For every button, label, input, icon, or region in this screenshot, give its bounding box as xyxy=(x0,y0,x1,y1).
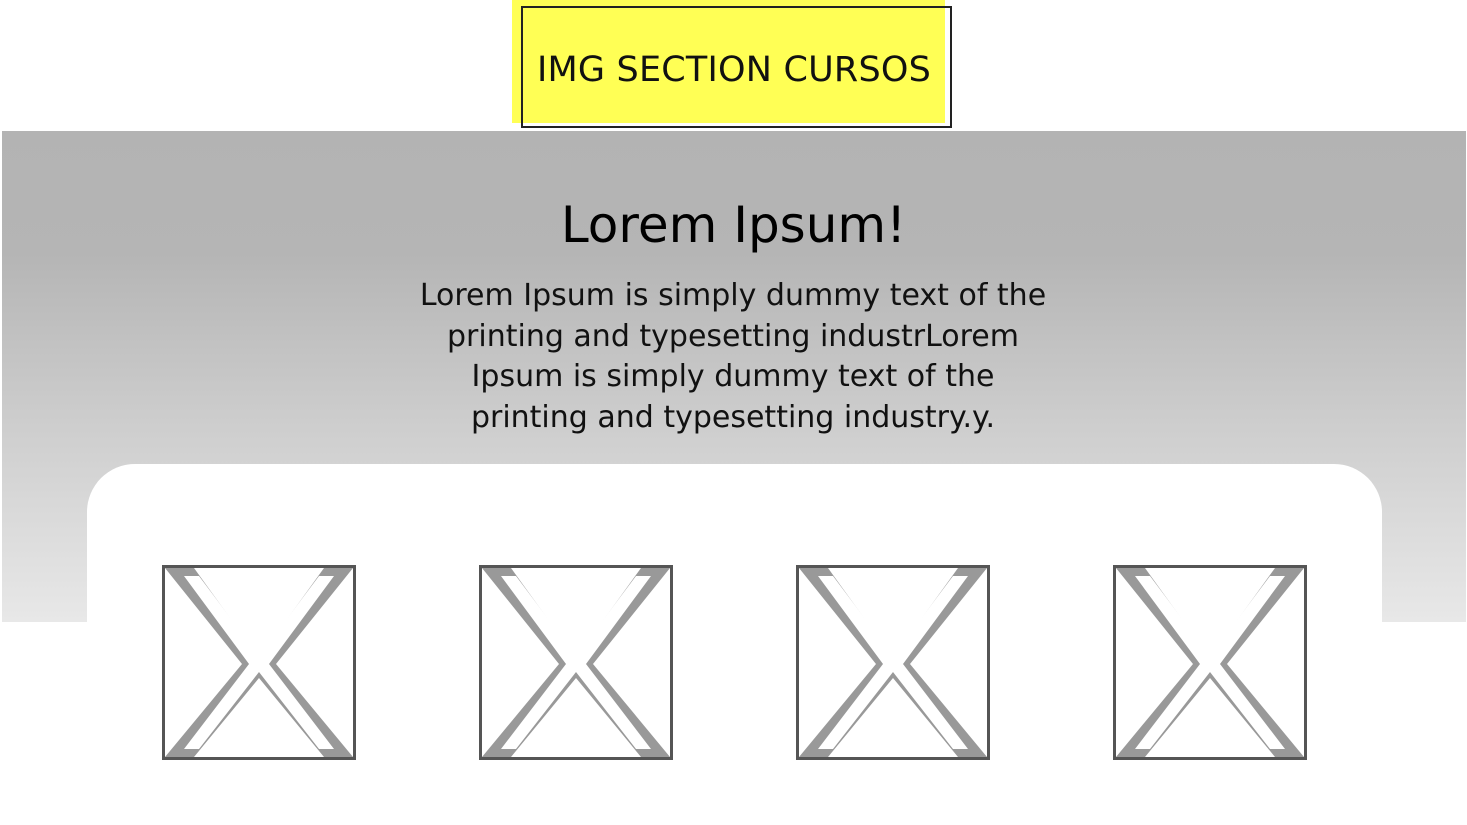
image-placeholder-2[interactable] xyxy=(479,565,673,760)
image-placeholder-1[interactable] xyxy=(162,565,356,760)
image-placeholder-3[interactable] xyxy=(796,565,990,760)
image-placeholder-icon xyxy=(1116,568,1304,757)
image-placeholder-4[interactable] xyxy=(1113,565,1307,760)
section-label-text: IMG SECTION CURSOS xyxy=(536,50,932,90)
hero-text: Lorem Ipsum is simply dummy text of the … xyxy=(383,276,1083,438)
image-placeholder-icon xyxy=(165,568,353,757)
hero-title: Lorem Ipsum! xyxy=(560,196,907,254)
image-placeholder-icon xyxy=(799,568,987,757)
hero-text-line: printing and typesetting industrLorem xyxy=(447,318,1019,354)
hero-text-line: Ipsum is simply dummy text of the xyxy=(471,359,995,394)
hero-text-line: Lorem Ipsum is simply dummy text of the xyxy=(419,278,1047,313)
page: IMG SECTION CURSOS Lorem Ipsum! Lorem Ip… xyxy=(0,0,1467,825)
section-label: IMG SECTION CURSOS xyxy=(512,0,956,132)
hero-text-line: printing and typesetting industry.y. xyxy=(470,399,996,435)
image-placeholder-icon xyxy=(482,568,670,757)
